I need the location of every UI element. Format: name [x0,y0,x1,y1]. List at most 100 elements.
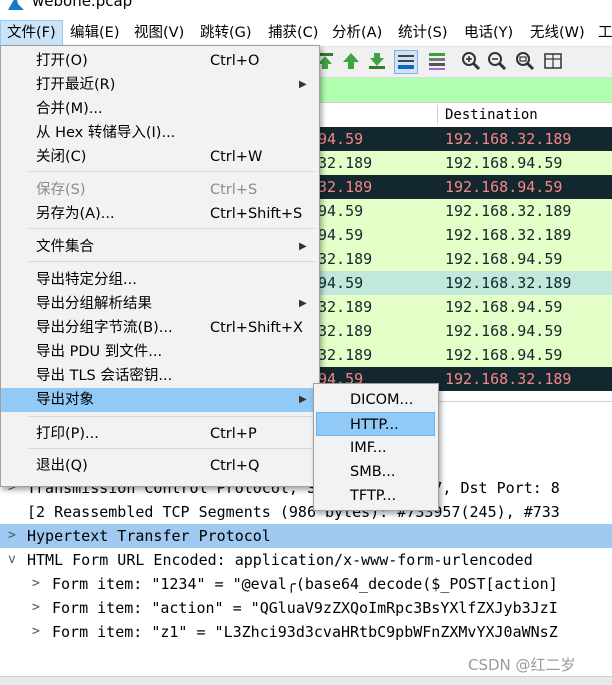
export-objects-item[interactable]: IMF... [316,436,435,460]
file-menu-item-label: 导出特定分组... [36,272,137,288]
file-menu-item-shortcut: Ctrl+O [210,53,260,69]
wireshark-fin-icon [8,0,24,10]
file-menu-item-label: 导出分组字节流(B)... [36,320,173,336]
menu-item[interactable]: 无线(W) [524,20,591,46]
zoom-normal-icon[interactable] [514,50,536,72]
column-divider[interactable] [437,105,438,125]
go-last-packet-icon[interactable] [366,50,388,72]
detail-tree-item[interactable]: [2 Reassembled TCP Segments (986 bytes):… [0,500,612,524]
file-menu-item[interactable]: 另存为(A)... Ctrl+Shift+S [1,202,319,226]
file-menu-item[interactable]: 打开最近(R) ▶ [1,73,319,97]
file-menu-item-label: 文件集合 [36,239,94,255]
file-menu-item-label: 打开最近(R) [36,77,116,93]
packet-source-cell: 32.189 [318,322,373,340]
file-menu-item[interactable]: 文件集合 ▶ [1,235,319,259]
expand-arrow-icon[interactable]: > [32,572,40,596]
file-menu-item-label: 打印(P)... [36,426,99,442]
export-objects-item[interactable]: DICOM... [316,388,435,412]
detail-tree-item[interactable]: > Form item: "z1" = "L3Zhci93d3cvaHRtbC9p… [0,620,612,644]
packet-source-cell: 32.189 [318,346,373,364]
file-menu-item[interactable]: 打印(P)... Ctrl+P [1,422,319,446]
go-up-icon[interactable] [340,50,362,72]
file-menu-item[interactable]: 从 Hex 转储导入(I)... [1,121,319,145]
submenu-arrow-icon: ▶ [299,394,307,405]
packet-source-cell: 94.59 [318,274,364,292]
file-menu-item[interactable]: 退出(Q) Ctrl+Q [1,454,319,478]
file-menu-item-shortcut: Ctrl+P [210,426,257,442]
menu-separator [29,416,315,417]
menu-item[interactable]: 编辑(E) [64,20,125,46]
file-menu-item[interactable]: 关闭(C) Ctrl+W [1,145,319,169]
file-menu-item-shortcut: Ctrl+W [210,149,263,165]
file-menu-item-label: 合并(M)... [36,101,103,117]
detail-tree-item[interactable]: v HTML Form URL Encoded: application/x-ww… [0,548,612,572]
file-menu-item-label: 关闭(C) [36,149,87,165]
menu-item[interactable]: 工 [592,20,612,46]
detail-tree-label: Form item: "z1" = "L3Zhci93d3cvaHRtbC9pb… [52,623,558,641]
export-objects-item-label: TFTP... [350,488,397,504]
zoom-in-icon[interactable] [460,50,482,72]
detail-tree-item[interactable]: > Hypertext Transfer Protocol [0,524,612,548]
file-menu-item-label: 导出 TLS 会话密钥... [36,368,173,384]
file-menu-item[interactable]: 导出特定分组... [1,268,319,292]
detail-tree-item[interactable]: > Form item: "1234" = "@eval╭(base64_deco… [0,572,612,596]
packet-destination-cell: 192.168.94.59 [445,250,563,268]
menu-item[interactable]: 统计(S) [392,20,454,46]
detail-tree-label: Hypertext Transfer Protocol [27,527,271,545]
packet-destination-cell: 192.168.32.189 [445,370,572,388]
file-menu-item[interactable]: 合并(M)... [1,97,319,121]
file-menu-item[interactable]: 导出分组解析结果 ▶ [1,292,319,316]
detail-tree-label: Form item: "action" = "QGluaV9zZXQoImRpc… [52,599,558,617]
file-menu-item-shortcut: Ctrl+Q [210,458,260,474]
file-menu-item-label: 导出对象 [36,392,94,408]
file-menu-item[interactable]: 导出 TLS 会话密钥... [1,364,319,388]
export-objects-item-label: HTTP... [350,417,399,433]
file-menu-dropdown: 打开(O) Ctrl+O 打开最近(R) ▶ 合并(M)... 从 Hex 转储导入(I)… [0,45,320,487]
detail-tree-item[interactable]: > Form item: "action" = "QGluaV9zZXQoImRp… [0,596,612,620]
detail-tree-label: Form item: "1234" = "@eval╭(base64_decod… [52,575,558,593]
menu-separator [29,171,315,172]
menu-item[interactable]: 跳转(G) [194,20,258,46]
packet-destination-cell: 192.168.32.189 [445,226,572,244]
colorize-icon[interactable] [426,50,448,72]
menu-item[interactable]: 视图(V) [128,20,190,46]
file-menu-item-shortcut: Ctrl+Shift+X [210,320,303,336]
file-menu-item: 保存(S) Ctrl+S [1,178,319,202]
file-menu-item-label: 导出 PDU 到文件... [36,344,163,360]
packet-destination-cell: 192.168.94.59 [445,346,563,364]
watermark: CSDN @红二岁 [468,656,576,674]
detail-tree-label: HTML Form URL Encoded: application/x-www… [27,551,533,569]
export-objects-submenu: DICOM... HTTP... IMF... SMB... TFTP... [313,383,439,511]
expand-arrow-icon[interactable]: > [32,620,40,644]
export-objects-item[interactable]: SMB... [316,460,435,484]
file-menu-item-label: 保存(S) [36,182,86,198]
menu-separator [29,448,315,449]
export-objects-item-label: SMB... [350,464,396,480]
submenu-arrow-icon: ▶ [299,79,307,90]
expand-arrow-icon[interactable]: > [8,524,16,548]
packet-source-cell: 32.189 [318,178,373,196]
resize-columns-icon[interactable] [542,50,564,72]
menu-item[interactable]: 电话(Y) [458,20,519,46]
window-title: webone.pcap [32,0,133,10]
expand-arrow-open-icon[interactable]: v [8,548,16,572]
menu-file[interactable]: 文件(F) [0,20,63,46]
file-menu-item[interactable]: 导出 PDU 到文件... [1,340,319,364]
file-menu-item[interactable]: 打开(O) Ctrl+O [1,49,319,73]
submenu-arrow-icon: ▶ [299,298,307,309]
file-menu-item-label: 从 Hex 转储导入(I)... [36,125,176,141]
menu-item[interactable]: 分析(A) [326,20,388,46]
column-header-destination[interactable]: Destination [445,103,538,127]
file-menu-item[interactable]: 导出分组字节流(B)... Ctrl+Shift+X [1,316,319,340]
auto-scroll-icon[interactable] [394,50,418,74]
file-menu-item-label: 打开(O) [36,53,88,69]
menu-bar: 文件(F) 编辑(E) 视图(V) 跳转(G) 捕获(C) 分析(A) 统计(S) 电话(Y)… [0,20,612,47]
file-menu-item[interactable]: 导出对象 ▶ [1,388,319,412]
export-objects-item[interactable]: HTTP... [316,412,435,436]
file-menu-item-label: 退出(Q) [36,458,88,474]
export-objects-item[interactable]: TFTP... [316,484,435,508]
packet-destination-cell: 192.168.94.59 [445,154,563,172]
menu-item[interactable]: 捕获(C) [262,20,324,46]
zoom-out-icon[interactable] [486,50,508,72]
expand-arrow-icon[interactable]: > [32,596,40,620]
